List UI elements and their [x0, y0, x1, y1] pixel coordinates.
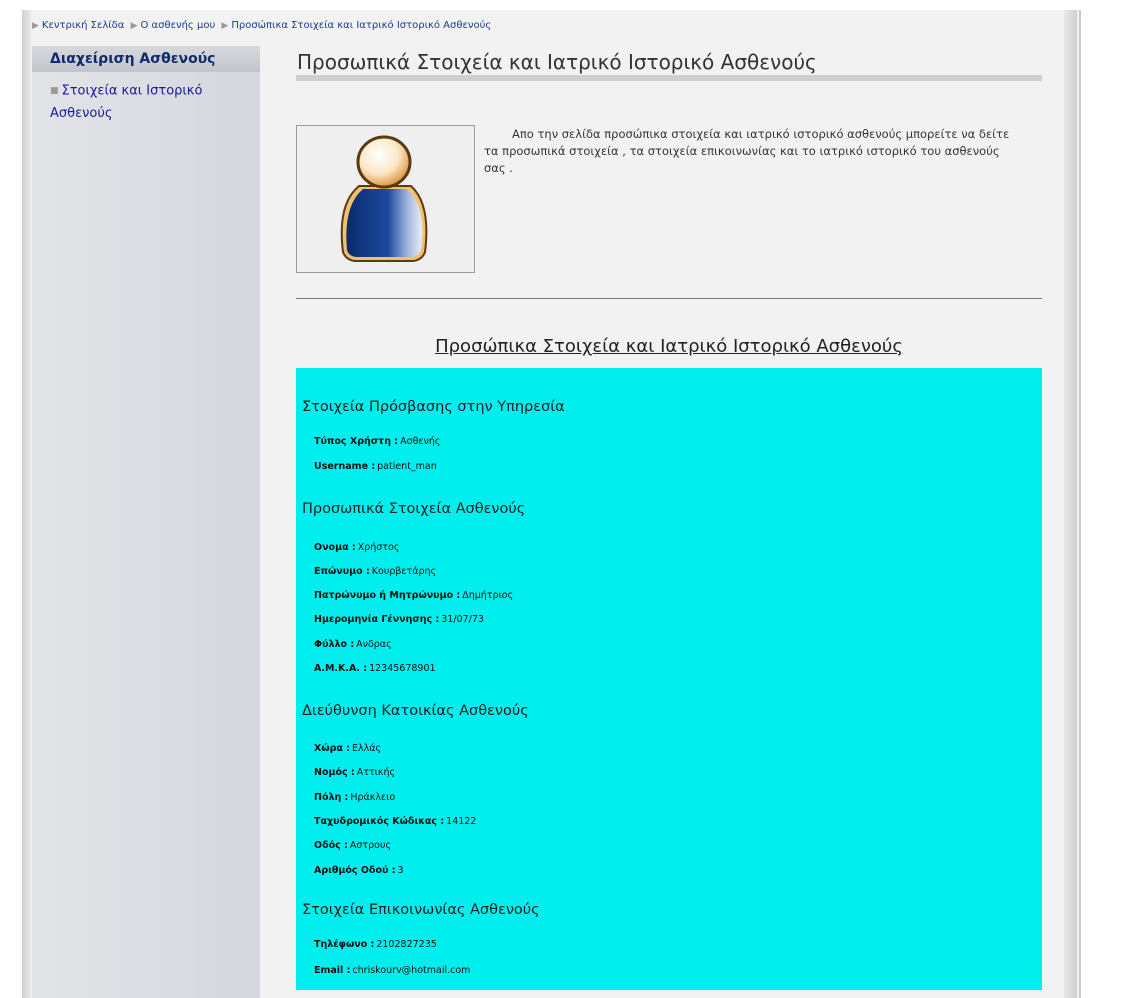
breadcrumb-current-link[interactable]: Προσώπικα Στοιχεία και Ιατρικό Ιστορικό …	[231, 20, 491, 31]
breadcrumb-home-link[interactable]: Κεντρική Σελίδα	[42, 20, 124, 31]
street-number-row: Αριθμός Οδού :3	[314, 865, 404, 876]
section-title: Προσώπικα Στοιχεία και Ιατρικό Ιστορικό …	[435, 336, 903, 357]
user-type-row: Τύπος Χρήστη : Ασθενής	[314, 436, 440, 447]
username-value: patient_man	[377, 461, 437, 472]
breadcrumb-arrow-icon: ▶	[130, 21, 138, 31]
first-name-value: Χρήστος	[357, 542, 400, 553]
parent-name-value: Δημήτριος	[462, 590, 514, 601]
street-row: Οδός : Αστρους	[314, 840, 391, 851]
parent-name-row: Πατρώνυμο ή Μητρώνυμο : Δημήτριος	[314, 590, 513, 601]
street-number-value: 3	[397, 865, 404, 876]
last-name-row: Επώνυμο : Κουρβετάρης	[314, 566, 436, 577]
last-name-value: Κουρβετάρης	[371, 566, 437, 577]
personal-heading: Προσωπικά Στοιχεία Ασθενούς	[302, 501, 526, 517]
username-label: Username :	[314, 461, 376, 472]
phone-label: Τηλέφωνο :	[314, 939, 375, 950]
birth-date-value: 31/07/73	[441, 614, 484, 625]
user-type-label: Τύπος Χρήστη :	[314, 436, 399, 447]
avatar	[296, 125, 475, 273]
breadcrumb-patient-link[interactable]: Ο ασθενής μου	[140, 20, 215, 31]
street-number-label: Αριθμός Οδού :	[314, 865, 396, 876]
sidebar-item-label[interactable]: Στοιχεία και Ιστορικό Ασθενούς	[50, 84, 202, 121]
city-row: Πόλη : Ηράκλειο	[314, 792, 395, 803]
patient-info-panel: Στοιχεία Πρόσβασης στην Υπηρεσία Τύπος Χ…	[296, 368, 1042, 990]
gender-value: Ανδρας	[356, 639, 392, 650]
sidebar: Διαχείριση Ασθενούς ■ Στοιχεία και Ιστορι…	[32, 46, 260, 998]
email-value: chriskourv@hotmail.com	[352, 965, 471, 976]
country-value: Ελλάς	[352, 743, 382, 754]
birth-date-label: Ημερομηνία Γέννησης :	[314, 614, 440, 625]
contact-heading: Στοιχεία Επικοινωνίας Ασθενούς	[302, 902, 540, 918]
city-label: Πόλη :	[314, 792, 349, 803]
city-value: Ηράκλειο	[350, 792, 396, 803]
postal-code-label: Ταχυδρομικός Κώδικας :	[314, 816, 445, 827]
phone-value: 2102827235	[376, 939, 437, 950]
last-name-label: Επώνυμο :	[314, 566, 370, 577]
amka-row: Α.Μ.Κ.Α. :12345678901	[314, 663, 436, 674]
sidebar-item-patient-history[interactable]: ■ Στοιχεία και Ιστορικό Ασθενούς	[50, 80, 250, 125]
phone-row: Τηλέφωνο :2102827235	[314, 939, 437, 950]
street-value: Αστρους	[349, 840, 392, 851]
intro-text: Απο την σελίδα προσώπικα στοιχεία και ια…	[484, 127, 1010, 175]
first-name-row: Ονομα : Χρήστος	[314, 542, 399, 553]
breadcrumb: ▶ Κεντρική Σελίδα ▶ Ο ασθενής μου ▶ Προσώπι…	[32, 20, 494, 31]
username-row: Username : patient_man	[314, 461, 437, 472]
title-underline	[296, 75, 1042, 81]
postal-code-row: Ταχυδρομικός Κώδικας :14122	[314, 816, 476, 827]
country-label: Χώρα :	[314, 743, 351, 754]
prefecture-label: Νομός :	[314, 767, 355, 778]
birth-date-row: Ημερομηνία Γέννησης :31/07/73	[314, 614, 484, 625]
email-row: Email : chriskourv@hotmail.com	[314, 965, 470, 976]
gender-label: Φύλλο :	[314, 639, 355, 650]
prefecture-row: Νομός : Αττικής	[314, 767, 395, 778]
breadcrumb-arrow-icon: ▶	[32, 21, 39, 31]
access-heading: Στοιχεία Πρόσβασης στην Υπηρεσία	[302, 399, 565, 415]
address-heading: Διεύθυνση Κατοικίας Ασθενούς	[302, 703, 529, 719]
gender-row: Φύλλο : Ανδρας	[314, 639, 392, 650]
bullet-icon: ■	[50, 86, 59, 96]
user-type-value: Ασθενής	[400, 436, 441, 447]
postal-code-value: 14122	[446, 816, 477, 827]
amka-value: 12345678901	[369, 663, 436, 674]
amka-label: Α.Μ.Κ.Α. :	[314, 663, 368, 674]
street-label: Οδός :	[314, 840, 348, 851]
sidebar-heading: Διαχείριση Ασθενούς	[32, 46, 260, 72]
email-label: Email :	[314, 965, 351, 976]
right-scroll-strip	[1064, 10, 1077, 998]
page-title: Προσωπικά Στοιχεία και Ιατρικό Ιστορικό …	[297, 50, 817, 74]
breadcrumb-arrow-icon: ▶	[221, 21, 229, 31]
first-name-label: Ονομα :	[314, 542, 356, 553]
divider	[296, 298, 1042, 299]
left-frame-strip	[22, 10, 31, 998]
country-row: Χώρα : Ελλάς	[314, 743, 381, 754]
parent-name-label: Πατρώνυμο ή Μητρώνυμο :	[314, 590, 461, 601]
prefecture-value: Αττικής	[356, 767, 396, 778]
patient-avatar-icon	[340, 135, 428, 262]
